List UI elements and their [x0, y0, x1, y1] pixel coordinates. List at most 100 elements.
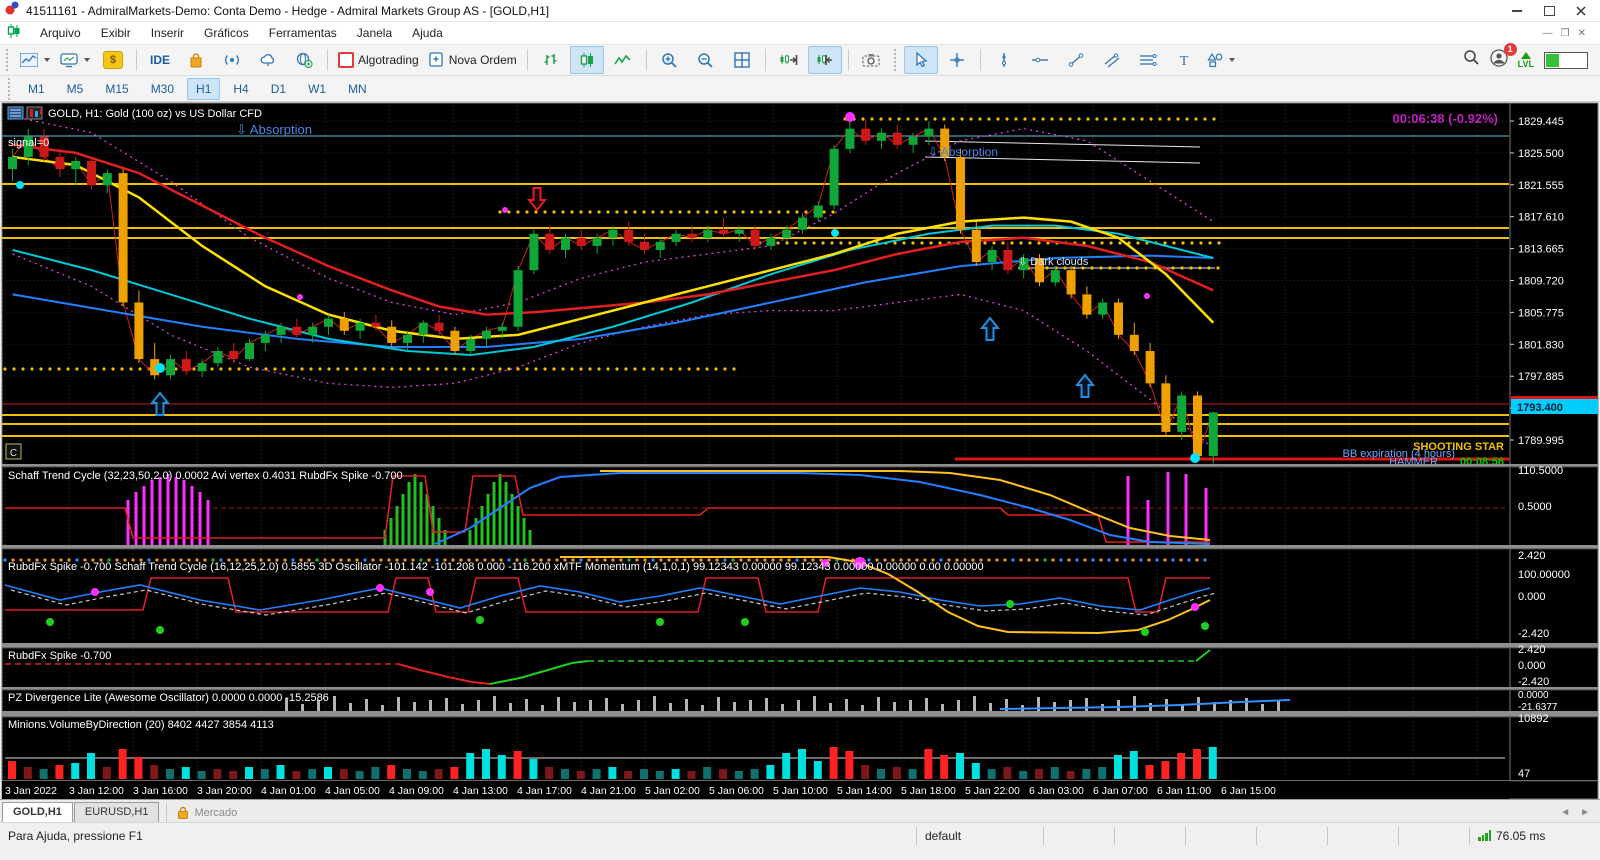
auto-scroll-icon [779, 53, 799, 68]
horizontal-line-icon [1031, 54, 1049, 66]
globe-add-icon [295, 52, 313, 68]
ide-button[interactable]: IDE [143, 46, 177, 74]
shapes-tool-button[interactable] [1203, 46, 1239, 74]
svg-text:1817.610: 1817.610 [1518, 212, 1564, 224]
bar-chart-mode-button[interactable] [534, 46, 568, 74]
child-close-icon[interactable]: ✕ [1578, 28, 1586, 39]
timeframe-m1[interactable]: M1 [19, 78, 54, 100]
svg-text:3 Jan 2022: 3 Jan 2022 [5, 785, 57, 797]
channel-icon [1104, 52, 1120, 68]
trendline-tool-button[interactable] [1059, 46, 1093, 74]
child-minimize-icon[interactable]: — [1543, 28, 1553, 39]
tab-scroll-left-icon[interactable]: ◄ [1560, 807, 1570, 818]
svg-text:4 Jan 01:00: 4 Jan 01:00 [261, 785, 316, 797]
maximize-button[interactable] [1534, 1, 1564, 21]
svg-text:1809.720: 1809.720 [1518, 276, 1564, 288]
community-button[interactable] [287, 46, 321, 74]
chart-shift-button[interactable] [808, 46, 842, 74]
market-button[interactable] [179, 46, 213, 74]
fibonacci-icon [1139, 53, 1157, 67]
status-profile[interactable]: default [916, 827, 1043, 845]
cloud-button[interactable] [251, 46, 285, 74]
notifications-button[interactable]: 1 [1490, 49, 1508, 72]
timeframe-h4[interactable]: H4 [224, 78, 257, 100]
svg-text:5 Jan 06:00: 5 Jan 06:00 [709, 785, 764, 797]
zigzag-line-icon [614, 53, 632, 67]
chart-canvas[interactable]: CGOLD, H1: Gold (100 oz) vs US Dollar CF… [0, 0, 1600, 799]
menu-gráficos[interactable]: Gráficos [194, 24, 259, 42]
tile-windows-button[interactable] [725, 46, 759, 74]
menu-arquivo[interactable]: Arquivo [30, 24, 91, 42]
timeframe-bar: M1M5M15M30H1H4D1W1MN [0, 76, 1600, 102]
tab-eurusd-h1[interactable]: EURUSD,H1 [74, 802, 160, 822]
ping-value: 76.05 ms [1496, 829, 1545, 843]
chevron-down-icon [44, 58, 50, 62]
svg-text:C: C [10, 448, 17, 459]
toolbar-drag-handle[interactable] [6, 49, 11, 71]
svg-text:signal=0: signal=0 [8, 137, 49, 149]
chart-type-button[interactable] [16, 46, 54, 74]
svg-text:0.0000: 0.0000 [1518, 690, 1549, 701]
fibonacci-tool-button[interactable] [1131, 46, 1165, 74]
svg-text:1789.995: 1789.995 [1518, 435, 1564, 447]
close-button[interactable] [1566, 1, 1596, 21]
menu-ajuda[interactable]: Ajuda [402, 24, 453, 42]
chart-window-button[interactable] [56, 46, 94, 74]
svg-text:4 Jan 17:00: 4 Jan 17:00 [517, 785, 572, 797]
svg-text:-21.6377: -21.6377 [1518, 702, 1558, 713]
timeframe-m15[interactable]: M15 [96, 78, 137, 100]
screenshot-button[interactable] [855, 46, 889, 74]
mt5-window: 41511161 - AdmiralMarkets-Demo: Conta De… [0, 0, 1600, 860]
timeframe-h1[interactable]: H1 [187, 78, 220, 100]
svg-text:5 Jan 10:00: 5 Jan 10:00 [773, 785, 828, 797]
timeframe-d1[interactable]: D1 [262, 78, 295, 100]
market-watch-link[interactable]: Mercado [166, 803, 247, 822]
timeframe-m30[interactable]: M30 [142, 78, 183, 100]
svg-text:PZ Divergence Lite (Awesome Os: PZ Divergence Lite (Awesome Oscillator) … [8, 692, 329, 704]
lvl-indicator[interactable]: LVL [1518, 52, 1534, 69]
zoom-out-button[interactable] [689, 46, 723, 74]
menu-exibir[interactable]: Exibir [91, 24, 141, 42]
tab-scroll-right-icon[interactable]: ► [1580, 807, 1590, 818]
tab-gold-h1[interactable]: GOLD,H1 [2, 802, 73, 822]
search-icon[interactable] [1463, 49, 1480, 71]
menu-janela[interactable]: Janela [347, 24, 402, 42]
svg-text:4 Jan 09:00: 4 Jan 09:00 [389, 785, 444, 797]
new-order-button[interactable]: Nova Ordem [425, 46, 521, 74]
svg-text:1829.445: 1829.445 [1518, 116, 1564, 128]
child-restore-icon[interactable]: ❐ [1561, 28, 1570, 39]
channel-tool-button[interactable] [1095, 46, 1129, 74]
shopping-bag-icon [188, 52, 204, 68]
algotrading-button[interactable]: Algotrading [334, 46, 423, 74]
candlestick-mode-button[interactable] [570, 46, 604, 74]
svg-text:1825.500: 1825.500 [1518, 148, 1564, 160]
timeframe-mn[interactable]: MN [339, 78, 376, 100]
menu-ferramentas[interactable]: Ferramentas [259, 24, 347, 42]
svg-text:⇩ Dark clouds: ⇩ Dark clouds [1018, 256, 1089, 268]
status-connection[interactable]: 76.05 ms [1469, 827, 1600, 845]
svg-text:6 Jan 11:00: 6 Jan 11:00 [1157, 785, 1211, 797]
svg-text:47: 47 [1518, 768, 1530, 780]
zoom-in-icon [661, 52, 678, 69]
svg-text:4 Jan 05:00: 4 Jan 05:00 [325, 785, 380, 797]
vertical-line-icon [998, 52, 1010, 68]
timeframe-m5[interactable]: M5 [58, 78, 93, 100]
zoom-in-button[interactable] [653, 46, 687, 74]
text-tool-button[interactable]: T [1167, 46, 1201, 74]
signals-button[interactable] [215, 46, 249, 74]
horizontal-line-tool-button[interactable] [1023, 46, 1057, 74]
candlestick-icon [579, 52, 595, 68]
minimize-button[interactable] [1502, 1, 1532, 21]
mt5-logo-icon [4, 0, 20, 21]
crosshair-tool-button[interactable] [940, 46, 974, 74]
menu-inserir[interactable]: Inserir [141, 24, 194, 42]
camera-icon [862, 52, 881, 68]
cursor-tool-button[interactable] [904, 46, 938, 74]
timeframe-w1[interactable]: W1 [299, 78, 335, 100]
deposit-button[interactable]: $ [96, 46, 130, 74]
vertical-line-tool-button[interactable] [987, 46, 1021, 74]
line-chart-mode-button[interactable] [606, 46, 640, 74]
auto-scroll-button[interactable] [772, 46, 806, 74]
svg-text:-2.420: -2.420 [1518, 676, 1549, 688]
tfbar-drag-handle[interactable] [8, 78, 13, 100]
